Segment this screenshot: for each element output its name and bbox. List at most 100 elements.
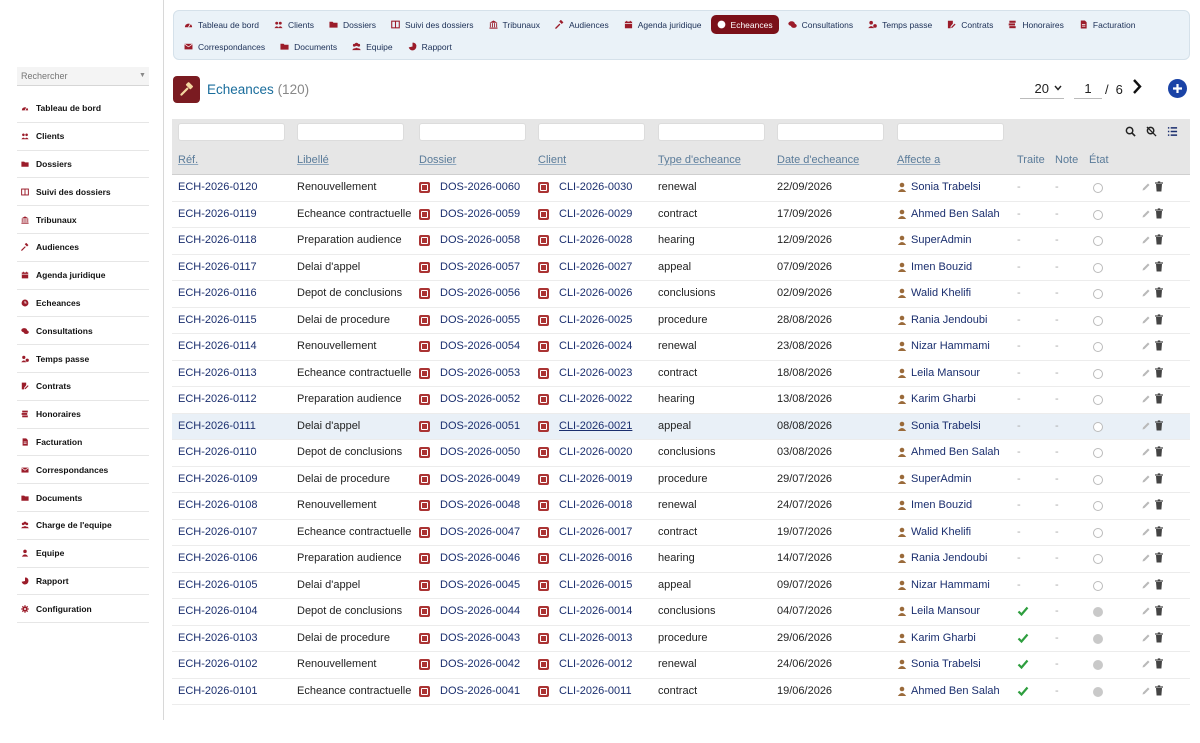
trash-icon[interactable]	[1154, 366, 1164, 378]
sidebar-item-contrats[interactable]: Contrats	[17, 373, 149, 401]
assignee-link[interactable]: Ahmed Ben Salah	[911, 208, 1000, 220]
dossier-link[interactable]: DOS-2026-0052	[440, 393, 520, 405]
pencil-icon[interactable]	[1141, 633, 1151, 643]
client-link[interactable]: CLI-2026-0026	[559, 287, 632, 299]
pencil-icon[interactable]	[1141, 421, 1151, 431]
assignee-link[interactable]: Sonia Trabelsi	[911, 420, 981, 432]
table-row[interactable]: ECH-2026-0103 Delai de procedure DOS-2026-…	[172, 626, 1190, 652]
filter-assignee[interactable]	[897, 123, 1004, 141]
pencil-icon[interactable]	[1141, 474, 1151, 484]
ref-link[interactable]: ECH-2026-0115	[178, 314, 257, 326]
sidebar-item-echeances[interactable]: Echeances	[17, 290, 149, 318]
sidebar-item-correspondances[interactable]: Correspondances	[17, 456, 149, 485]
client-link[interactable]: CLI-2026-0029	[559, 208, 632, 220]
ref-link[interactable]: ECH-2026-0104	[178, 605, 258, 617]
table-row[interactable]: ECH-2026-0118 Preparation audience DOS-202…	[172, 228, 1190, 255]
pencil-icon[interactable]	[1141, 606, 1151, 616]
trash-icon[interactable]	[1154, 499, 1164, 510]
assignee-link[interactable]: Sonia Trabelsi	[911, 658, 981, 670]
top-nav-equipe[interactable]: Equipe	[346, 37, 398, 56]
ref-link[interactable]: ECH-2026-0119	[178, 208, 257, 220]
top-nav-facturation[interactable]: Facturation	[1073, 15, 1142, 34]
add-echeance-button[interactable]	[1168, 79, 1187, 98]
top-nav-honoraires[interactable]: Honoraires	[1002, 15, 1070, 34]
client-link[interactable]: CLI-2026-0025	[559, 314, 632, 326]
trash-icon[interactable]	[1154, 419, 1164, 431]
dossier-link[interactable]: DOS-2026-0058	[440, 234, 520, 246]
ref-link[interactable]: ECH-2026-0117	[178, 261, 257, 273]
client-link[interactable]: CLI-2026-0024	[559, 340, 632, 352]
pencil-icon[interactable]	[1141, 262, 1151, 272]
table-row[interactable]: ECH-2026-0111 Delai d'appel DOS-2026-0051 C…	[172, 413, 1190, 440]
client-link[interactable]: CLI-2026-0028	[559, 234, 632, 246]
filter-type[interactable]	[658, 123, 765, 141]
ref-link[interactable]: ECH-2026-0114	[178, 340, 257, 352]
ref-link[interactable]: ECH-2026-0118	[178, 234, 257, 246]
top-nav-suivi-des-dossiers[interactable]: Suivi des dossiers	[385, 15, 480, 34]
assignee-link[interactable]: Walid Khelifi	[911, 526, 971, 538]
ref-link[interactable]: ECH-2026-0107	[178, 526, 258, 538]
page-number-input[interactable]: 1	[1074, 79, 1102, 99]
pencil-icon[interactable]	[1141, 341, 1151, 351]
trash-icon[interactable]	[1154, 658, 1164, 669]
client-link[interactable]: CLI-2026-0013	[559, 632, 632, 644]
ref-link[interactable]: ECH-2026-0102	[178, 658, 258, 670]
trash-icon[interactable]	[1154, 684, 1164, 696]
dossier-link[interactable]: DOS-2026-0046	[440, 552, 520, 564]
dossier-link[interactable]: DOS-2026-0056	[440, 287, 520, 299]
pencil-icon[interactable]	[1141, 315, 1151, 325]
dossier-link[interactable]: DOS-2026-0041	[440, 685, 520, 697]
top-nav-contrats[interactable]: Contrats	[941, 15, 999, 34]
trash-icon[interactable]	[1154, 578, 1164, 590]
trash-icon[interactable]	[1154, 605, 1164, 616]
pencil-icon[interactable]	[1141, 659, 1151, 669]
pencil-icon[interactable]	[1141, 368, 1151, 378]
trash-icon[interactable]	[1154, 181, 1164, 192]
ref-link[interactable]: ECH-2026-0106	[178, 552, 258, 564]
dossier-link[interactable]: DOS-2026-0042	[440, 658, 520, 670]
ref-link[interactable]: ECH-2026-0120	[178, 181, 258, 193]
ref-link[interactable]: ECH-2026-0111	[178, 420, 256, 432]
top-nav-rapport[interactable]: Rapport	[402, 37, 458, 56]
trash-icon[interactable]	[1154, 260, 1164, 272]
client-link[interactable]: CLI-2026-0018	[559, 499, 632, 511]
client-link[interactable]: CLI-2026-0012	[559, 658, 632, 670]
ref-link[interactable]: ECH-2026-0109	[178, 473, 258, 485]
assignee-link[interactable]: SuperAdmin	[911, 234, 972, 246]
sidebar-item-tableau-de-bord[interactable]: Tableau de bord	[17, 95, 149, 123]
assignee-link[interactable]: Leila Mansour	[911, 605, 980, 617]
table-row[interactable]: ECH-2026-0110 Depot de conclusions DOS-202…	[172, 440, 1190, 467]
assignee-link[interactable]: Ahmed Ben Salah	[911, 685, 1000, 697]
trash-icon[interactable]	[1154, 552, 1164, 563]
ref-link[interactable]: ECH-2026-0113	[178, 367, 257, 379]
trash-icon[interactable]	[1154, 313, 1164, 325]
ref-link[interactable]: ECH-2026-0116	[178, 287, 257, 299]
pencil-icon[interactable]	[1141, 527, 1151, 537]
ref-link[interactable]: ECH-2026-0101	[178, 685, 258, 697]
trash-icon[interactable]	[1154, 472, 1164, 484]
table-row[interactable]: ECH-2026-0101 Echeance contractuelle DOS-2…	[172, 679, 1190, 705]
sidebar-item-configuration[interactable]: Configuration	[17, 595, 149, 624]
trash-icon[interactable]	[1154, 207, 1164, 219]
assignee-link[interactable]: Sonia Trabelsi	[911, 181, 981, 193]
top-nav-tribunaux[interactable]: Tribunaux	[483, 15, 546, 34]
table-row[interactable]: ECH-2026-0119 Echeance contractuelle DOS-2…	[172, 202, 1190, 228]
table-row[interactable]: ECH-2026-0112 Preparation audience DOS-202…	[172, 387, 1190, 414]
assignee-link[interactable]: Imen Bouzid	[911, 499, 972, 511]
trash-icon[interactable]	[1154, 525, 1164, 537]
trash-icon[interactable]	[1154, 631, 1164, 643]
ref-link[interactable]: ECH-2026-0105	[178, 579, 258, 591]
sidebar-item-documents[interactable]: Documents	[17, 484, 149, 512]
assignee-link[interactable]: Karim Gharbi	[911, 393, 976, 405]
dossier-link[interactable]: DOS-2026-0045	[440, 579, 520, 591]
client-link[interactable]: CLI-2026-0011	[559, 685, 632, 697]
column-header[interactable]: Affecte a	[897, 154, 940, 166]
pencil-icon[interactable]	[1141, 686, 1151, 696]
pencil-icon[interactable]	[1141, 447, 1151, 457]
client-link[interactable]: CLI-2026-0021	[559, 420, 632, 432]
top-nav-audiences[interactable]: Audiences	[549, 15, 615, 34]
column-header[interactable]: Date d'echeance	[777, 154, 859, 166]
column-list-icon[interactable]	[1167, 126, 1178, 137]
sidebar-search-select[interactable]	[17, 67, 149, 86]
top-nav-agenda-juridique[interactable]: Agenda juridique	[618, 15, 708, 34]
